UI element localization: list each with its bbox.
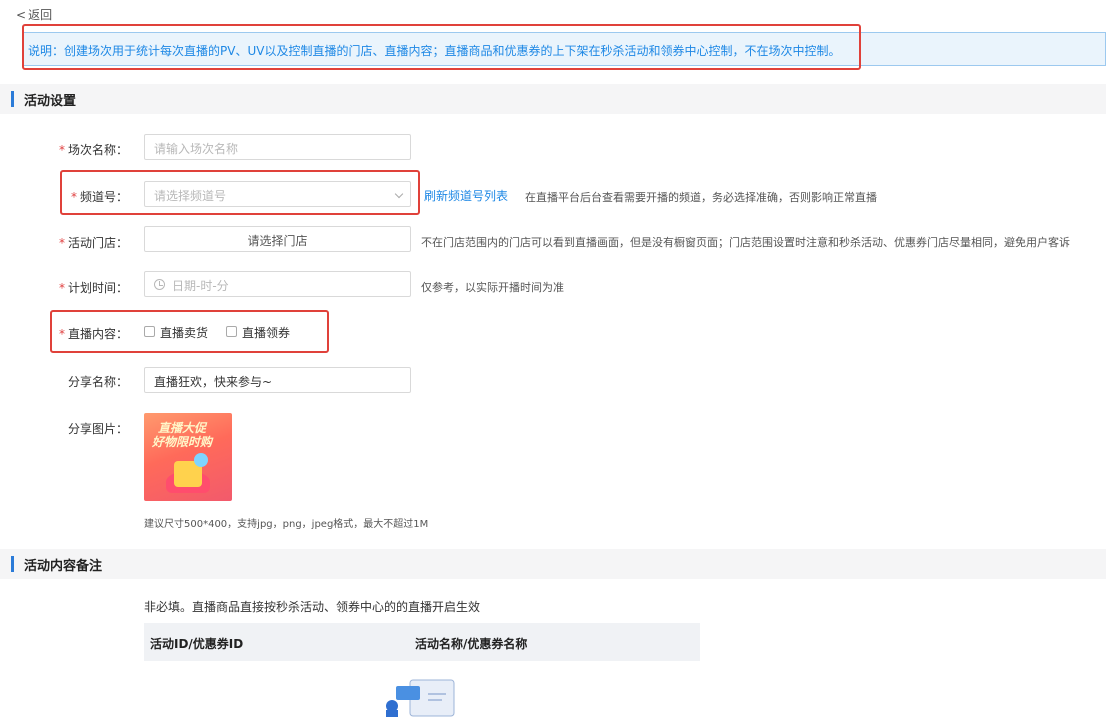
live-coupon-label[interactable]: 直播领券	[242, 324, 290, 341]
notice-banner: 说明：创建场次用于统计每次直播的PV、UV以及控制直播的门店、直播内容；直播商品…	[22, 32, 1106, 66]
required-mark: *	[58, 236, 65, 250]
plan-time-label: * 计划时间：	[58, 281, 128, 295]
share-image-hint: 建议尺寸500*400，支持jpg，png，jpeg格式，最大不超过1M	[144, 519, 429, 530]
section-accent-bar	[11, 91, 14, 107]
store-label: * 活动门店：	[58, 236, 128, 250]
refresh-channel-link[interactable]: 刷新频道号列表	[424, 187, 508, 204]
live-selling-label[interactable]: 直播卖货	[160, 324, 208, 341]
live-selling-checkbox[interactable]	[144, 326, 155, 337]
channel-label: * 频道号：	[70, 190, 128, 204]
live-content-label: * 直播内容：	[58, 327, 128, 341]
channel-hint: 在直播平台后台查看需要开播的频道，务必选择准确，否则影响正常直播	[525, 191, 877, 204]
store-hint: 不在门店范围内的门店可以看到直播画面，但是没有橱窗页面；门店范围设置时注意和秒杀…	[421, 236, 1070, 249]
session-name-placeholder: 请输入场次名称	[154, 142, 239, 156]
section-header-settings: 活动设置	[0, 84, 1106, 114]
notice-text: 说明：创建场次用于统计每次直播的PV、UV以及控制直播的门店、直播内容；直播商品…	[28, 44, 841, 58]
share-image-thumbnail[interactable]: 直播大促 好物限时购	[144, 413, 232, 501]
required-mark: *	[58, 281, 65, 295]
share-name-input[interactable]: 直播狂欢，快来参与~	[144, 367, 411, 393]
share-image-label: 分享图片：	[67, 422, 128, 436]
channel-select[interactable]: 请选择频道号	[144, 181, 411, 207]
section-title-remark: 活动内容备注	[24, 559, 103, 574]
channel-placeholder: 请选择频道号	[154, 189, 227, 203]
section-accent-bar	[11, 556, 14, 572]
empty-state-illustration	[386, 679, 455, 717]
required-mark: *	[70, 190, 77, 204]
plan-time-placeholder: 日期-时-分	[172, 279, 229, 293]
session-name-label: * 场次名称：	[58, 143, 128, 157]
remark-description: 非必填。直播商品直接按秒杀活动、领券中心的的直播开启生效	[144, 600, 481, 614]
share-name-label: 分享名称：	[67, 375, 128, 389]
store-select-button[interactable]: 请选择门店	[144, 226, 411, 252]
share-image-text-2: 好物限时购	[152, 435, 213, 449]
column-header-name: 活动名称/优惠券名称	[415, 637, 528, 651]
clock-icon	[154, 279, 165, 290]
section-title-settings: 活动设置	[24, 94, 77, 109]
chevron-down-icon	[394, 189, 404, 199]
back-label: 返回	[28, 8, 53, 22]
share-name-value: 直播狂欢，快来参与~	[154, 375, 273, 389]
store-button-label: 请选择门店	[247, 234, 308, 248]
session-name-input[interactable]: 请输入场次名称	[144, 134, 411, 160]
remark-table-header: 活动ID/优惠券ID 活动名称/优惠券名称	[144, 623, 700, 661]
section-header-remark: 活动内容备注	[0, 549, 1106, 579]
plan-time-picker[interactable]: 日期-时-分	[144, 271, 411, 297]
column-header-id: 活动ID/优惠券ID	[150, 637, 244, 651]
plan-time-hint: 仅参考，以实际开播时间为准	[421, 281, 564, 294]
back-link[interactable]: < 返回	[16, 6, 52, 23]
chevron-left-icon: <	[16, 8, 27, 22]
live-coupon-checkbox[interactable]	[226, 326, 237, 337]
required-mark: *	[58, 327, 65, 341]
required-mark: *	[58, 143, 65, 157]
balloon-illustration	[194, 453, 208, 467]
